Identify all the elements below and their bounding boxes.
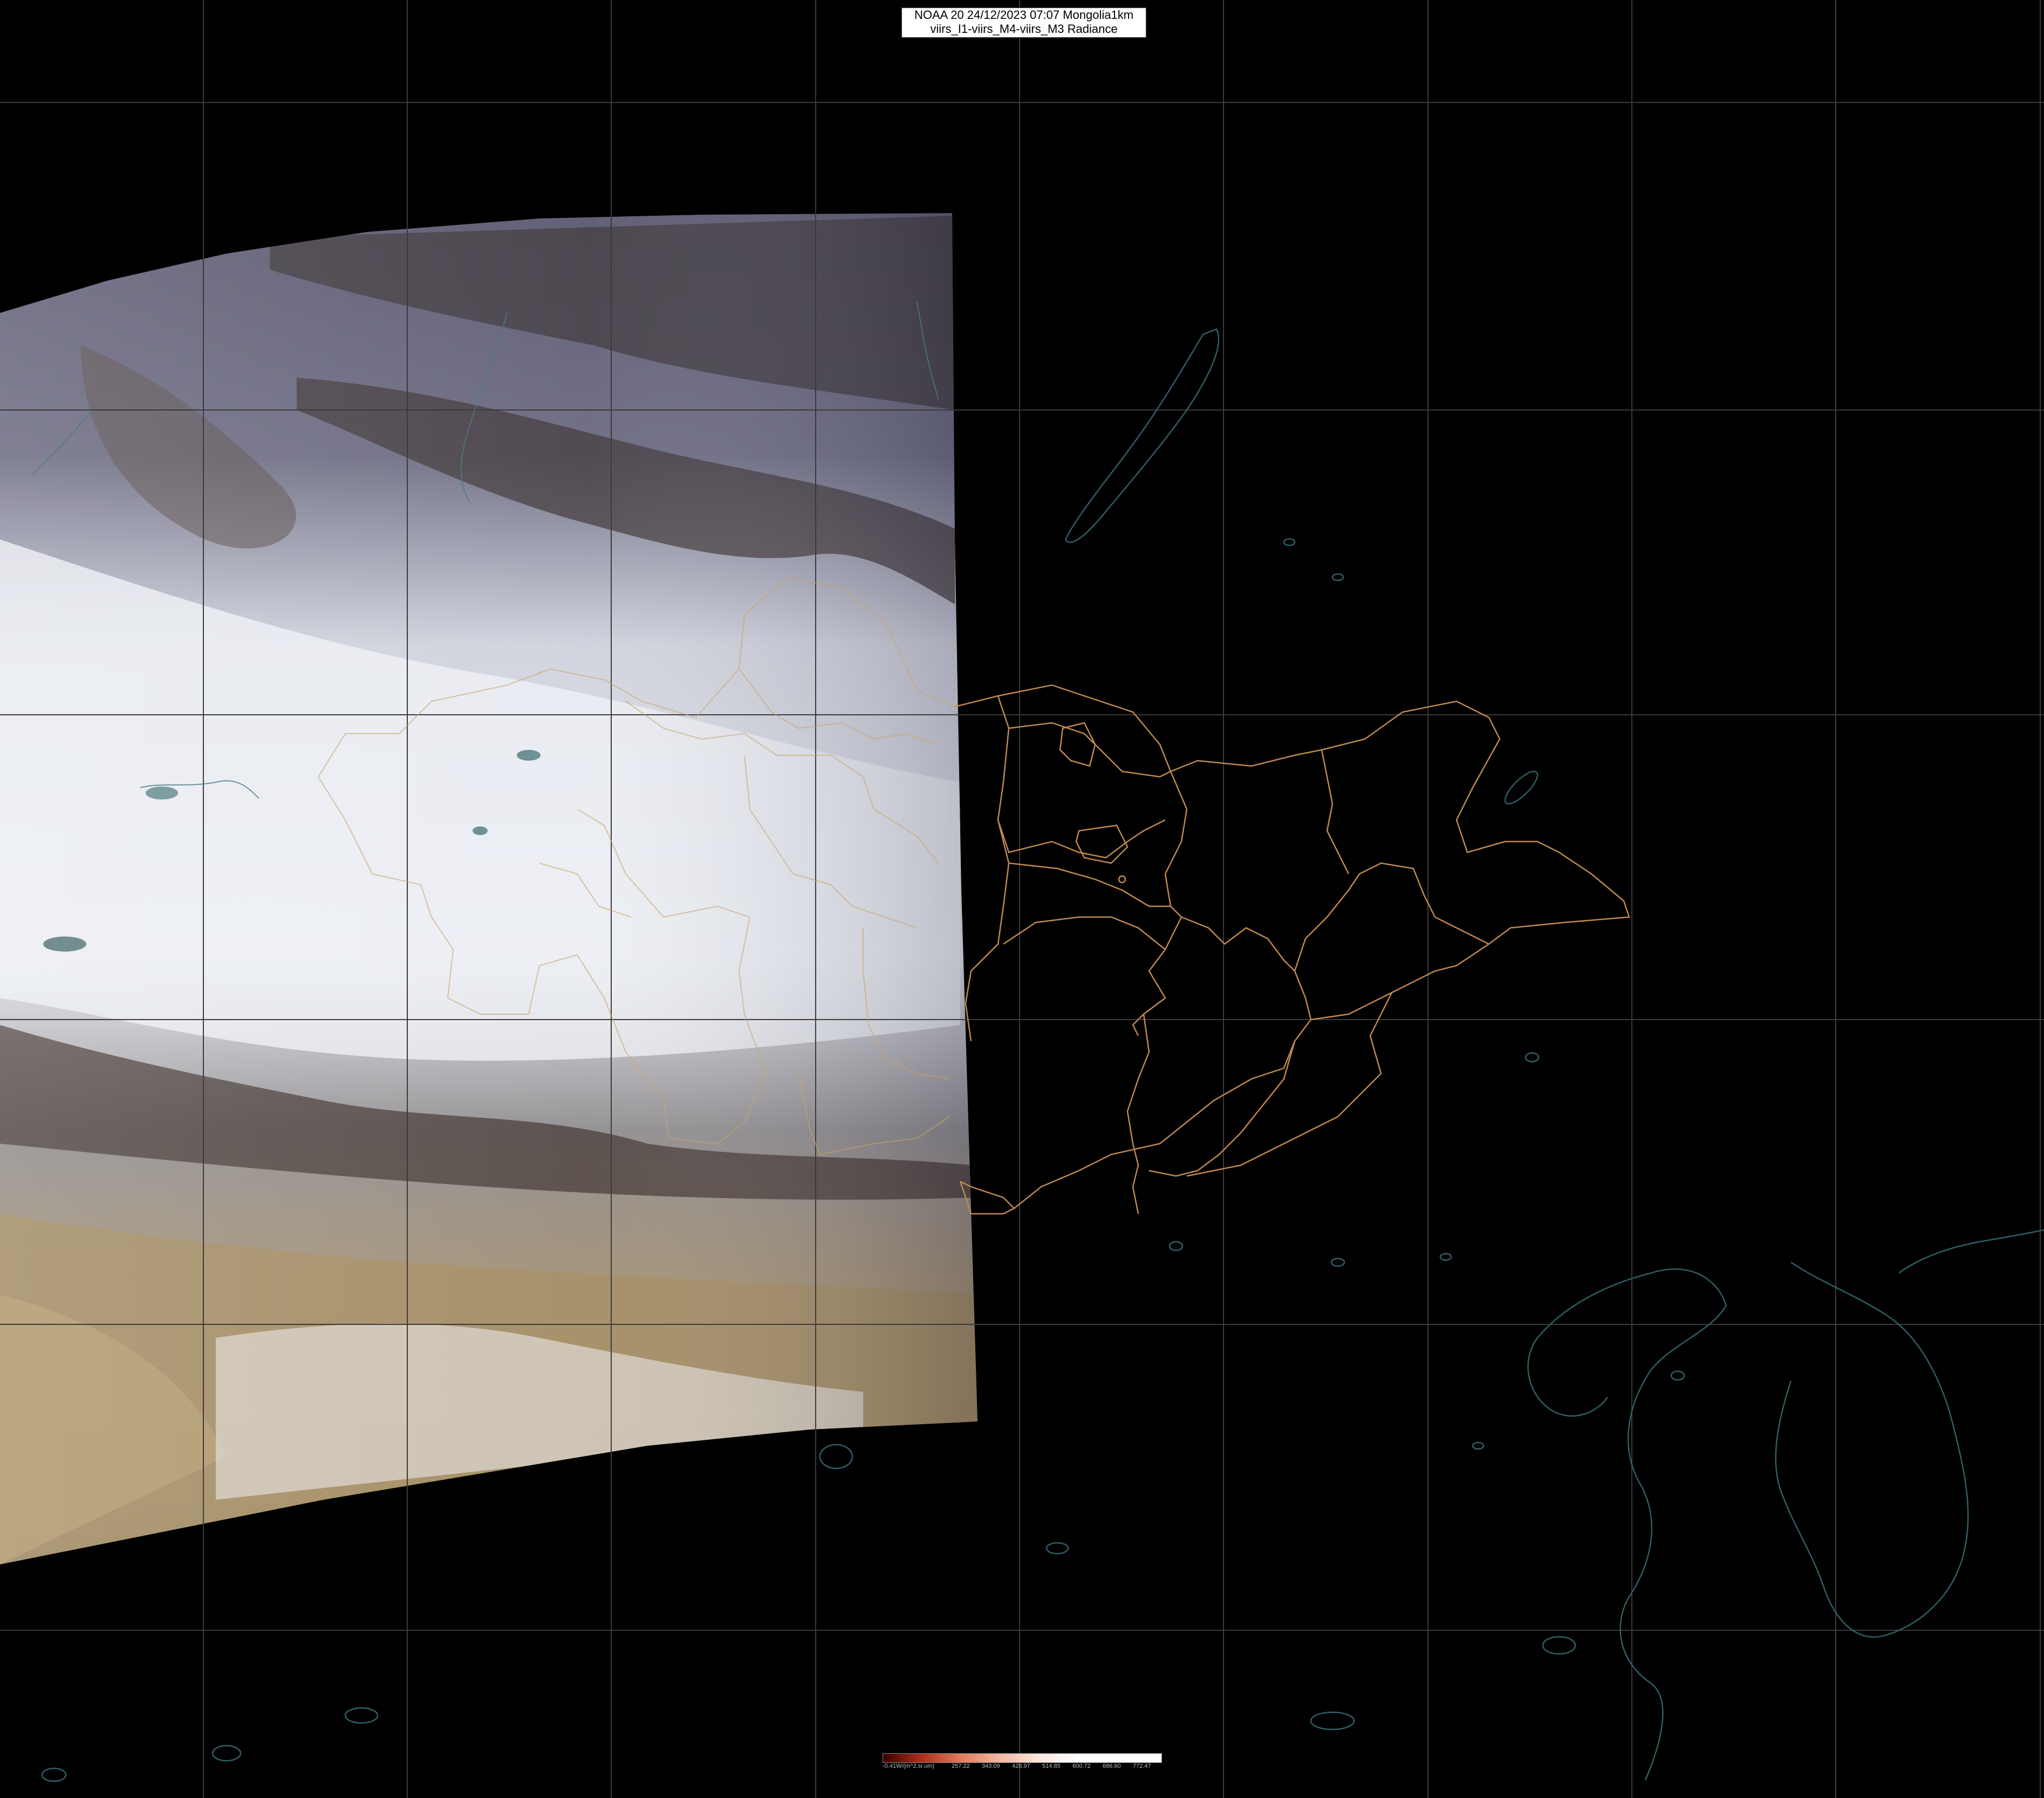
satellite-swath: [0, 213, 977, 1564]
legend-unit-label: -0.41W/(m^2.sr.um): [883, 1763, 935, 1769]
legend-tick: 772.47: [1133, 1763, 1151, 1769]
legend-tick: 600.72: [1072, 1763, 1091, 1769]
map-title-line2: viirs_I1-viirs_M4-viirs_M3 Radiance: [930, 22, 1118, 36]
legend-tick: 428.97: [1012, 1763, 1030, 1769]
legend-tick: 514.85: [1042, 1763, 1061, 1769]
map-title-box: NOAA 20 24/12/2023 07:07 Mongolia1km vii…: [901, 7, 1147, 38]
color-scale-legend: -0.41W/(m^2.sr.um) 257.22 343.09 428.97 …: [883, 1753, 1162, 1772]
map-title-line1: NOAA 20 24/12/2023 07:07 Mongolia1km: [914, 8, 1134, 22]
satellite-map: [0, 0, 2044, 1798]
legend-tick: 257.22: [952, 1763, 970, 1769]
legend-tick: 686.60: [1103, 1763, 1121, 1769]
color-scale-labels: -0.41W/(m^2.sr.um) 257.22 343.09 428.97 …: [883, 1763, 1161, 1770]
color-scale-bar: [883, 1753, 1162, 1763]
province-boundaries: [954, 684, 1630, 1215]
legend-tick: 343.09: [982, 1763, 1000, 1769]
